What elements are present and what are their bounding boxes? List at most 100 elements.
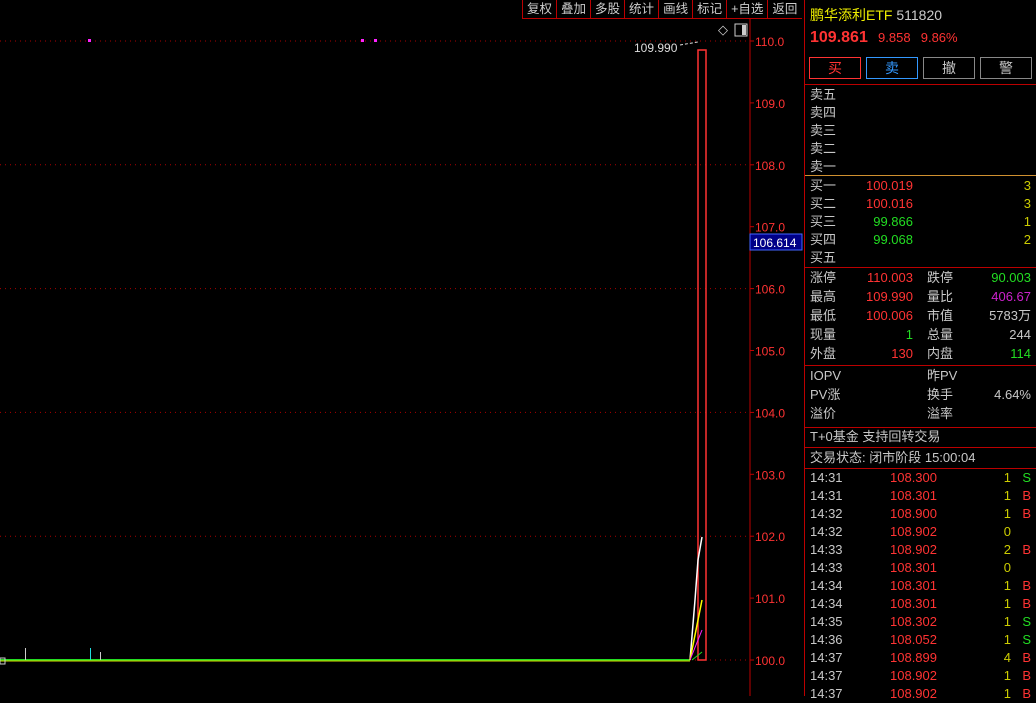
quote-panel: 鹏华添利ETF 511820 109.861 9.858 9.86% 买 卖 撤…	[804, 0, 1036, 701]
price-change-pct: 9.86%	[920, 30, 958, 45]
last-price: 109.861	[810, 29, 868, 46]
trade-price: 108.902	[890, 686, 937, 701]
security-name: 鹏华添利ETF	[810, 7, 893, 23]
diamond-icon[interactable]: ◇	[718, 22, 728, 37]
ask-row: 卖二	[810, 140, 1031, 158]
stat-row: 现量 1 总量 244	[810, 326, 1031, 344]
trade-side: S	[1022, 470, 1031, 485]
volume-bar	[25, 648, 26, 660]
buy-button[interactable]: 买	[809, 57, 861, 79]
trade-side: B	[1022, 650, 1031, 665]
volume-bar	[90, 648, 91, 660]
trade-price: 108.301	[890, 578, 937, 593]
bid-volume: 3	[1023, 178, 1031, 193]
trade-row: 14:37 108.902 1 B	[810, 667, 1031, 685]
iopv-label: 换手	[927, 387, 954, 402]
t0-note: T+0基金 支持回转交易	[810, 429, 941, 444]
y-tick-label: 102.0	[755, 530, 785, 544]
trade-volume: 4	[1003, 650, 1011, 665]
trade-side: B	[1022, 668, 1031, 683]
trade-side: S	[1022, 632, 1031, 647]
trade-row: 14:34 108.301 1 B	[810, 595, 1031, 613]
trade-price: 108.900	[890, 506, 937, 521]
toolbar-button[interactable]: 标记	[692, 0, 726, 18]
y-tick-label: 107.0	[755, 221, 785, 235]
y-tick-label: 110.0	[755, 35, 784, 49]
price-change: 9.858	[878, 30, 911, 45]
iopv-row: IOPV 昨PV	[810, 367, 1031, 385]
sell-button[interactable]: 卖	[866, 57, 918, 79]
trade-side: S	[1022, 614, 1031, 629]
bid-label: 买五	[810, 250, 837, 265]
stat-row: 最低 100.006 市值 5783万	[810, 307, 1031, 325]
y-tick-label: 106.0	[755, 283, 785, 297]
trading-status: 交易状态: 闭市阶段 15:00:04	[810, 450, 976, 465]
trade-price: 108.301	[890, 560, 937, 575]
iopv-label: 溢价	[810, 406, 837, 421]
security-code: 511820	[896, 7, 943, 23]
y-tick-label: 109.0	[755, 97, 785, 111]
iopv-value: 4.64%	[994, 387, 1031, 402]
trade-row: 14:37 108.899 4 B	[810, 649, 1031, 667]
toolbar: 复权 叠加 多股 统计 画线 标记 +自选 返回	[522, 0, 802, 19]
bid-price: 99.866	[873, 214, 913, 229]
stat-value: 100.006	[866, 308, 913, 323]
iopv-label: 昨PV	[927, 368, 958, 383]
security-title: 鹏华添利ETF 511820	[810, 5, 942, 25]
stat-label: 市值	[927, 308, 954, 323]
stat-row: 最高 109.990 量比 406.67	[810, 288, 1031, 306]
toolbar-button[interactable]: 统计	[624, 0, 658, 18]
trade-row: 14:32 108.902 0	[810, 523, 1031, 541]
bid-price: 100.019	[866, 178, 913, 193]
toolbar-button[interactable]: 复权	[522, 0, 556, 18]
trade-row: 14:37 108.902 1 B	[810, 685, 1031, 703]
toolbar-button[interactable]: 叠加	[556, 0, 590, 18]
y-tick-label: 103.0	[755, 468, 785, 482]
toolbar-button[interactable]: 多股	[590, 0, 624, 18]
price-chart[interactable]: 110.0 109.0 108.0 107.0 106.0 105.0 104.0 103.0…	[0, 0, 804, 696]
y-tick-label: 101.0	[755, 592, 785, 606]
ask-row: 卖三	[810, 122, 1031, 140]
trade-volume: 1	[1003, 596, 1011, 611]
stat-value: 114	[1010, 346, 1031, 361]
alert-button[interactable]: 警	[980, 57, 1032, 79]
trade-volume: 0	[1003, 560, 1011, 575]
trade-price: 108.902	[890, 524, 937, 539]
trade-row: 14:33 108.902 2 B	[810, 541, 1031, 559]
ask-label: 卖五	[810, 87, 837, 102]
trade-side: B	[1022, 578, 1031, 593]
bid-price: 100.016	[866, 196, 913, 211]
trade-volume: 1	[1003, 632, 1011, 647]
trade-side: B	[1022, 686, 1031, 701]
trade-row: 14:34 108.301 1 B	[810, 577, 1031, 595]
stat-value: 406.67	[991, 289, 1031, 304]
bid-volume: 3	[1023, 196, 1031, 211]
y-tick-label: 104.0	[755, 406, 785, 420]
signal-marker	[374, 39, 377, 42]
trade-side: B	[1022, 506, 1031, 521]
bid-row: 买一 100.019 3	[810, 177, 1031, 195]
stat-label: 量比	[927, 289, 954, 304]
bid-row: 买四 99.068 2	[810, 231, 1031, 249]
toolbar-button[interactable]: 画线	[658, 0, 692, 18]
price-spike-bar	[697, 49, 707, 661]
toolbar-button[interactable]: +自选	[726, 0, 767, 18]
trade-side: B	[1022, 596, 1031, 611]
cancel-button[interactable]: 撤	[923, 57, 975, 79]
stat-value: 109.990	[866, 289, 913, 304]
cursor-price-label: 106.614	[753, 236, 797, 250]
trade-row: 14:31 108.301 1 B	[810, 487, 1031, 505]
trade-price: 108.301	[890, 488, 937, 503]
stat-label: 跌停	[927, 270, 954, 285]
trade-volume: 2	[1003, 542, 1011, 557]
trade-row: 14:32 108.900 1 B	[810, 505, 1031, 523]
toolbar-button[interactable]: 返回	[767, 0, 801, 18]
stat-label: 总量	[927, 327, 954, 342]
trade-volume: 1	[1003, 686, 1011, 701]
bid-volume: 1	[1023, 214, 1031, 229]
iopv-row: PV涨 换手 4.64%	[810, 386, 1031, 404]
trade-volume: 1	[1003, 614, 1011, 629]
trade-price: 108.052	[890, 632, 937, 647]
high-arrow	[679, 41, 699, 46]
ask-row: 卖一	[810, 158, 1031, 176]
